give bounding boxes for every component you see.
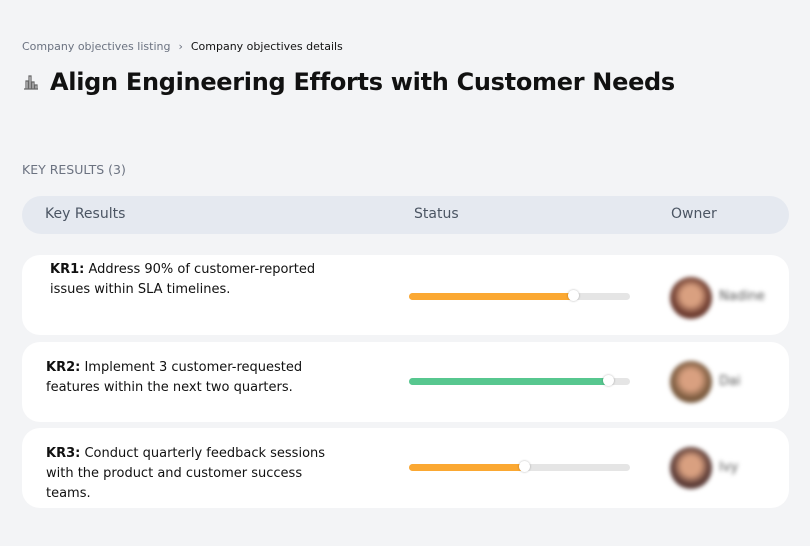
key-result-description: Address 90% of customer-reported issues … — [50, 262, 316, 297]
table-header: Key Results Status Owner — [22, 196, 789, 234]
header-owner: Owner — [671, 206, 717, 222]
owner-name: Dai — [719, 374, 741, 389]
progress-bar — [409, 290, 630, 301]
progress-knob — [602, 375, 614, 386]
key-result-text: KR1: Address 90% of customer-reported is… — [50, 260, 350, 300]
progress-fill — [409, 464, 524, 471]
key-result-id: KR2: — [46, 360, 81, 375]
breadcrumb-parent-link[interactable]: Company objectives listing — [22, 40, 170, 53]
progress-knob — [518, 461, 530, 472]
avatar — [670, 447, 712, 489]
key-result-description: Implement 3 customer-requested features … — [46, 360, 303, 395]
table-row[interactable]: KR1: Address 90% of customer-reported is… — [22, 255, 789, 335]
key-result-description: Conduct quarterly feedback sessions with… — [46, 446, 326, 501]
section-label: KEY RESULTS (3) — [22, 162, 126, 177]
key-result-text: KR2: Implement 3 customer-requested feat… — [46, 358, 346, 398]
breadcrumb-separator: › — [178, 40, 183, 53]
avatar — [670, 361, 712, 403]
chart-building-icon — [24, 75, 38, 90]
progress-fill — [409, 293, 573, 300]
progress-bar — [409, 461, 630, 472]
key-result-text: KR3: Conduct quarterly feedback sessions… — [46, 444, 346, 504]
page-header: Align Engineering Efforts with Customer … — [22, 68, 675, 96]
key-result-id: KR1: — [50, 262, 85, 277]
header-status: Status — [414, 206, 459, 222]
avatar — [670, 277, 712, 319]
header-key-results: Key Results — [45, 206, 126, 222]
progress-knob — [567, 290, 579, 301]
progress-bar — [409, 375, 630, 386]
table-row[interactable]: KR2: Implement 3 customer-requested feat… — [22, 342, 789, 422]
progress-fill — [409, 378, 608, 385]
owner-name: Ivy — [719, 460, 739, 475]
breadcrumb-current: Company objectives details — [190, 40, 343, 53]
table-row[interactable]: KR3: Conduct quarterly feedback sessions… — [22, 428, 789, 508]
page-title: Align Engineering Efforts with Customer … — [50, 68, 675, 96]
breadcrumb: Company objectives listing › Company obj… — [22, 40, 343, 53]
key-result-id: KR3: — [46, 446, 81, 461]
owner-name: Nadine — [719, 289, 765, 304]
